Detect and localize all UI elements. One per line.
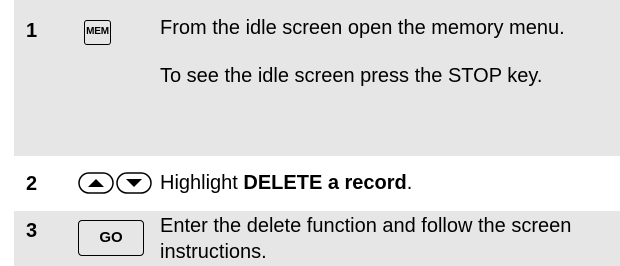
step-row-1: 1 MEM From the idle screen open the memo… <box>14 0 620 156</box>
arrow-keys <box>78 172 152 194</box>
go-key: GO <box>78 220 144 256</box>
step-text-suffix: . <box>406 172 413 194</box>
step-number: 1 <box>26 20 38 42</box>
up-arrow-icon <box>78 172 114 194</box>
procedure-steps: 1 MEM From the idle screen open the memo… <box>14 0 620 266</box>
down-arrow-icon <box>116 172 152 194</box>
step-row-3: 3 GO Enter the delete function and follo… <box>14 211 620 266</box>
step-description: Enter the delete function and follow the… <box>160 213 614 265</box>
step-number: 2 <box>26 173 38 195</box>
step-row-2: 2 Highlight DELETE a record. <box>14 156 620 211</box>
step-description: From the idle screen open the memory men… <box>160 15 614 89</box>
step-instruction: Enter the delete function and follow the… <box>160 215 572 263</box>
step-text-prefix: Highlight <box>160 172 244 194</box>
step-description: Highlight DELETE a record. <box>160 170 614 196</box>
step-number: 3 <box>26 220 38 242</box>
step-note: To see the idle screen press the STOP ke… <box>160 65 543 87</box>
step-instruction: From the idle screen open the memory men… <box>160 17 565 39</box>
mem-key: MEM <box>84 20 111 45</box>
menu-item-name: DELETE a record <box>243 172 407 194</box>
